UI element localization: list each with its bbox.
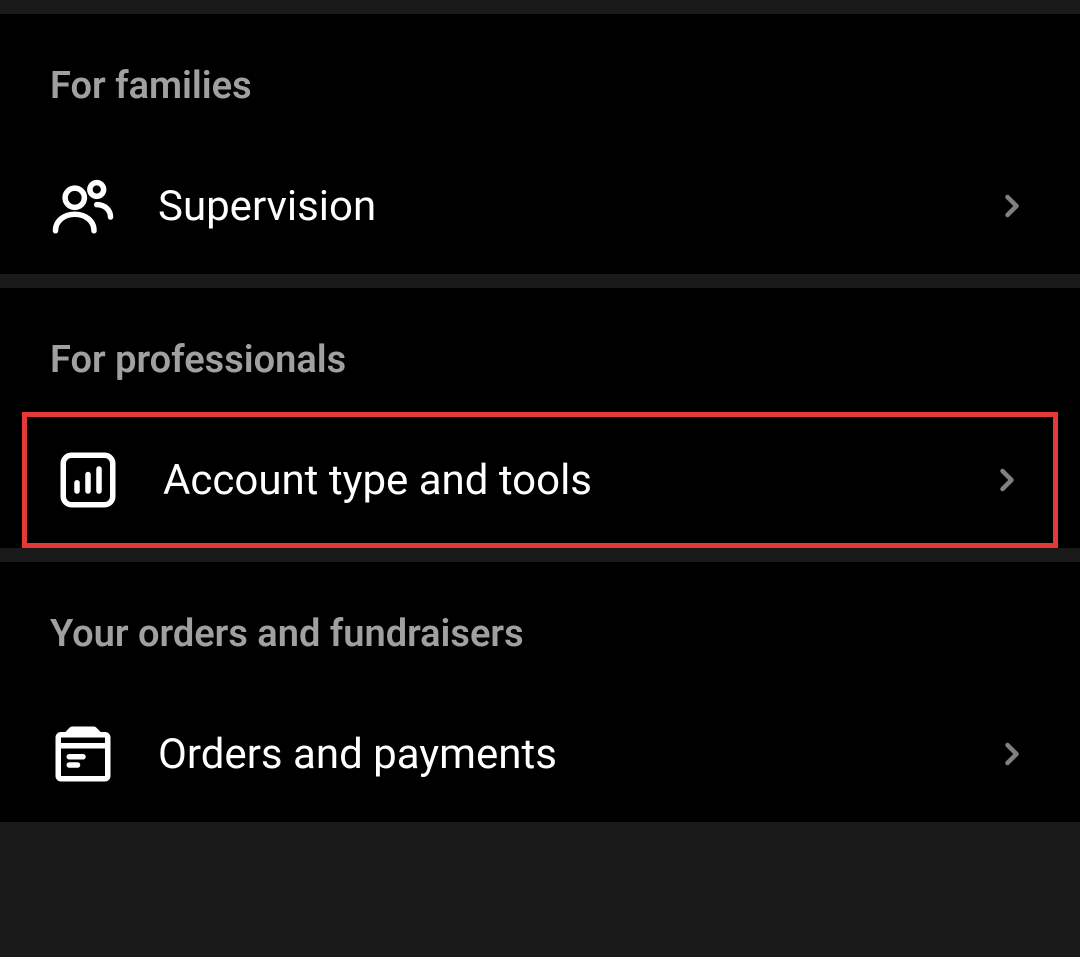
section-families: For families Supervision xyxy=(0,14,1080,274)
chevron-right-icon xyxy=(989,462,1025,498)
list-item-orders-payments[interactable]: Orders and payments xyxy=(0,686,1080,822)
chevron-right-icon xyxy=(994,736,1030,772)
chevron-right-icon xyxy=(994,188,1030,224)
section-header-orders: Your orders and fundraisers xyxy=(0,562,1080,686)
section-orders: Your orders and fundraisers Orders and p… xyxy=(0,562,1080,822)
divider xyxy=(0,274,1080,288)
box-icon xyxy=(50,721,116,787)
list-item-account-type-tools[interactable]: Account type and tools xyxy=(22,412,1058,548)
section-header-families: For families xyxy=(0,14,1080,138)
list-item-supervision[interactable]: Supervision xyxy=(0,138,1080,274)
divider xyxy=(0,548,1080,562)
divider xyxy=(0,822,1080,836)
supervision-icon xyxy=(50,173,116,239)
section-professionals: For professionals Account type and tools xyxy=(0,288,1080,548)
item-label-supervision: Supervision xyxy=(158,182,994,231)
divider xyxy=(0,0,1080,14)
chart-icon xyxy=(55,447,121,513)
item-label-account-type-tools: Account type and tools xyxy=(163,456,989,505)
section-header-professionals: For professionals xyxy=(0,288,1080,412)
item-label-orders-payments: Orders and payments xyxy=(158,730,994,779)
